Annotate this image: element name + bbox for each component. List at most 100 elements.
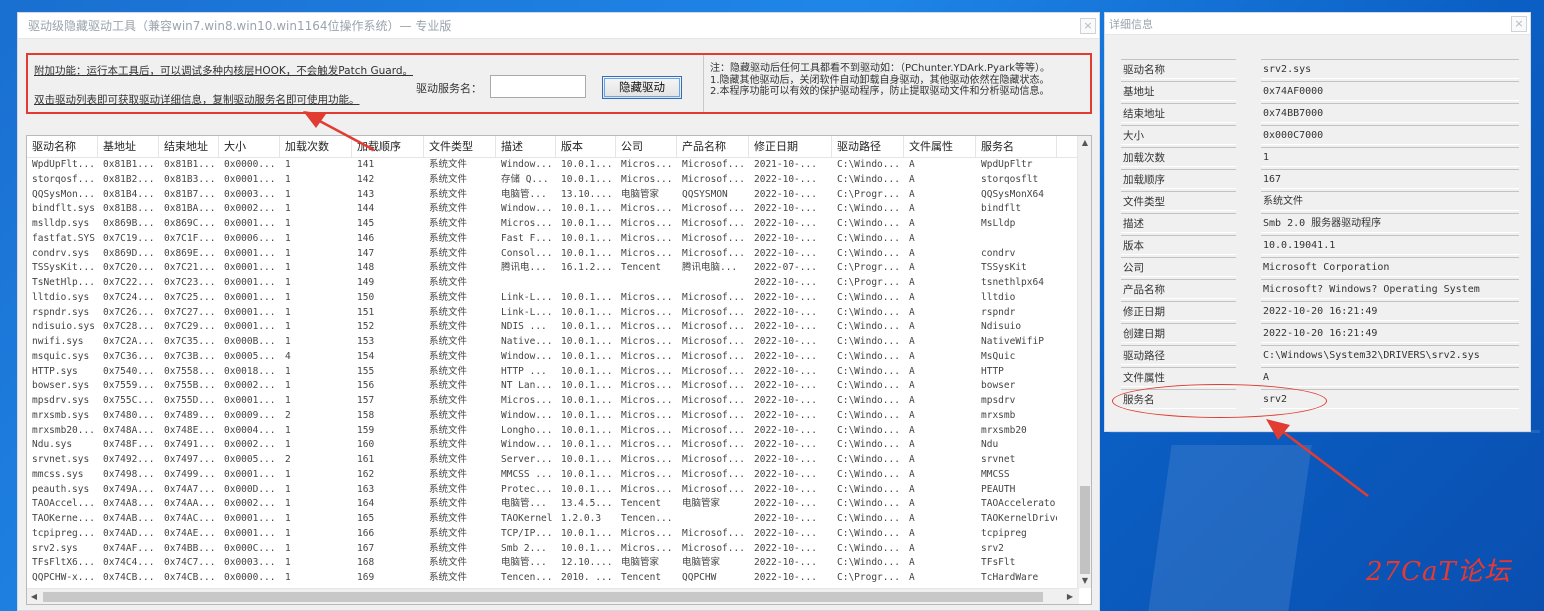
table-row[interactable]: peauth.sys 0x749A... 0x74A7... 0x000D... 1 16… xyxy=(27,483,1079,498)
scroll-left-icon[interactable]: ◀ xyxy=(27,590,41,604)
column-header[interactable]: 文件属性 xyxy=(904,136,976,158)
service-name-input[interactable] xyxy=(490,75,586,98)
table-row[interactable]: tcpipreg... 0x74AD... 0x74AE... 0x0001... 1 1… xyxy=(27,527,1079,542)
column-header[interactable]: 基地址 xyxy=(98,136,159,158)
detail-value[interactable]: A xyxy=(1261,367,1519,387)
table-row[interactable]: mrxsmb.sys 0x7480... 0x7489... 0x0009... 2 15… xyxy=(27,409,1079,424)
table-cell: NDIS ... xyxy=(501,321,547,333)
column-header[interactable]: 驱动路径 xyxy=(832,136,904,158)
table-row[interactable]: QQSysMon... 0x81B4... 0x81B7... 0x0003... 1 1… xyxy=(27,188,1079,203)
column-header[interactable]: 版本 xyxy=(556,136,616,158)
table-row[interactable]: QQPCHW-x... 0x74CB... 0x74CB... 0x0000... 1 1… xyxy=(27,571,1079,586)
annotation-ellipse xyxy=(1112,384,1327,418)
vertical-scroll-thumb[interactable] xyxy=(1080,486,1090,574)
table-row[interactable]: TsNetHlp... 0x7C22... 0x7C23... 0x0001... 1 1… xyxy=(27,276,1079,291)
table-cell: 1 xyxy=(285,395,291,406)
horizontal-scroll-thumb[interactable] xyxy=(43,592,1043,602)
table-cell: Protec... xyxy=(501,483,553,495)
table-row[interactable]: fastfat.SYS 0x7C19... 0x7C1F... 0x0006... 1 1… xyxy=(27,232,1079,247)
table-row[interactable]: srvnet.sys 0x7492... 0x7497... 0x0005... 2 16… xyxy=(27,453,1079,468)
column-header[interactable]: 大小 xyxy=(219,136,280,158)
table-cell: 0x7C25... xyxy=(164,291,216,303)
table-cell: msquic.sys xyxy=(32,350,90,362)
table-cell: 156 xyxy=(357,380,375,392)
table-row[interactable]: mpsdrv.sys 0x755C... 0x755D... 0x0001... 1 15… xyxy=(27,394,1079,409)
column-header[interactable]: 加载次数 xyxy=(280,136,352,158)
detail-value[interactable]: C:\Windows\System32\DRIVERS\srv2.sys xyxy=(1261,345,1519,365)
table-row[interactable]: nwifi.sys 0x7C2A... 0x7C35... 0x000B... 1 153… xyxy=(27,335,1079,350)
table-cell: lltdio xyxy=(981,291,1016,303)
table-row[interactable]: TAOKerne... 0x74AB... 0x74AC... 0x0001... 1 1… xyxy=(27,512,1079,527)
table-row[interactable]: ndisuio.sys 0x7C28... 0x7C29... 0x0001... 1 1… xyxy=(27,320,1079,335)
table-row[interactable]: Ndu.sys 0x748F... 0x7491... 0x0002... 1 160 系统… xyxy=(27,438,1079,453)
table-cell: 系统文件 xyxy=(429,498,468,510)
table-cell: WpdUpFlt... xyxy=(32,159,95,170)
table-row[interactable]: srv2.sys 0x74AF... 0x74BB... 0x000C... 1 167 系… xyxy=(27,542,1079,557)
extra-feature-link[interactable]: 附加功能：运行本工具后，可以调试多种内核层HOOK，不会触发Patch Guar… xyxy=(34,63,413,78)
detail-value[interactable]: 2022-10-20 16:21:49 xyxy=(1261,323,1519,343)
table-cell: Microsof... xyxy=(682,454,745,465)
table-row[interactable]: bowser.sys 0x7559... 0x755B... 0x0002... 1 15… xyxy=(27,379,1079,394)
detail-value[interactable]: 1 xyxy=(1261,147,1519,167)
scroll-right-icon[interactable]: ▶ xyxy=(1063,590,1077,604)
table-row[interactable]: storqosf... 0x81B2... 0x81B3... 0x0001... 1 1… xyxy=(27,173,1079,188)
table-cell: 2022-10-... xyxy=(754,439,817,451)
column-header[interactable]: 加载顺序 xyxy=(352,136,424,158)
detail-label: 描述 xyxy=(1121,213,1236,233)
scroll-down-icon[interactable]: ▼ xyxy=(1078,574,1091,588)
table-cell: C:\Windo... xyxy=(837,203,900,215)
detail-label: 结束地址 xyxy=(1121,103,1236,123)
table-cell: 0x0003... xyxy=(224,188,276,200)
column-header[interactable]: 公司 xyxy=(616,136,677,158)
detail-value[interactable]: 系统文件 xyxy=(1261,191,1519,211)
vertical-scrollbar[interactable]: ▲ ▼ xyxy=(1077,136,1091,588)
table-cell: 143 xyxy=(357,188,375,200)
column-header[interactable]: 描述 xyxy=(496,136,556,158)
table-cell: C:\Windo... xyxy=(837,483,900,495)
detail-value[interactable]: 167 xyxy=(1261,169,1519,189)
table-cell: 10.0.1... xyxy=(561,291,613,303)
detail-value[interactable]: 0x000C7000 xyxy=(1261,125,1519,145)
table-cell: C:\Progr... xyxy=(837,262,900,274)
close-icon[interactable]: × xyxy=(1511,15,1527,32)
column-header[interactable]: 结束地址 xyxy=(159,136,219,158)
table-row[interactable]: mmcss.sys 0x7498... 0x7499... 0x0001... 1 162… xyxy=(27,468,1079,483)
table-cell: 2022-10-... xyxy=(754,336,817,347)
table-row[interactable]: TFsFltX6... 0x74C4... 0x74C7... 0x0003... 1 1… xyxy=(27,556,1079,571)
hide-driver-button[interactable]: 隐藏驱动 xyxy=(602,76,682,99)
table-row[interactable]: bindflt.sys 0x81B8... 0x81BA... 0x0002... 1 1… xyxy=(27,202,1079,217)
detail-value[interactable]: 0x74BB7000 xyxy=(1261,103,1519,123)
column-header[interactable]: 文件类型 xyxy=(424,136,496,158)
table-row[interactable]: TAOAccel... 0x74A8... 0x74AA... 0x0002... 1 1… xyxy=(27,497,1079,512)
detail-value[interactable]: Smb 2.0 服务器驱动程序 xyxy=(1261,213,1519,233)
close-icon[interactable]: × xyxy=(1080,17,1096,34)
table-row[interactable]: lltdio.sys 0x7C24... 0x7C25... 0x0001... 1 15… xyxy=(27,291,1079,306)
table-row[interactable]: msquic.sys 0x7C36... 0x7C3B... 0x0005... 4 15… xyxy=(27,350,1079,365)
detail-value[interactable]: srv2.sys xyxy=(1261,59,1519,79)
table-cell: 1 xyxy=(285,262,291,274)
column-header[interactable]: 修正日期 xyxy=(749,136,832,158)
table-row[interactable]: mrxsmb20... 0x748A... 0x748E... 0x0004... 1 1… xyxy=(27,424,1079,439)
table-cell: 0x81B4... xyxy=(103,188,155,200)
detail-value[interactable]: 0x74AF0000 xyxy=(1261,81,1519,101)
driver-list[interactable]: 驱动名称 基地址 结束地址 大小 加载次数 加载顺序 文件类型 描述 版本 公司 产品名称 修正日期驱… xyxy=(26,135,1092,605)
table-row[interactable]: mslldp.sys 0x869B... 0x869C... 0x0001... 1 14… xyxy=(27,217,1079,232)
table-cell: 系统文件 xyxy=(429,380,468,392)
double-click-hint-link[interactable]: 双击驱动列表即可获取驱动详细信息，复制驱动服务名即可使用功能。 xyxy=(34,92,360,107)
table-row[interactable]: HTTP.sys 0x7540... 0x7558... 0x0018... 1 155 系… xyxy=(27,365,1079,380)
scroll-up-icon[interactable]: ▲ xyxy=(1078,136,1091,150)
column-header[interactable]: 产品名称 xyxy=(677,136,749,158)
column-header[interactable]: 驱动名称 xyxy=(27,136,98,158)
table-cell: 2022-10-... xyxy=(754,527,817,539)
detail-value[interactable]: 10.0.19041.1 xyxy=(1261,235,1519,255)
detail-value[interactable]: Microsoft Corporation xyxy=(1261,257,1519,277)
table-row[interactable]: rspndr.sys 0x7C26... 0x7C27... 0x0001... 1 15… xyxy=(27,306,1079,321)
table-row[interactable]: WpdUpFlt... 0x81B1... 0x81B1... 0x0000... 1 1… xyxy=(27,158,1079,173)
column-header[interactable]: 服务名 xyxy=(976,136,1057,158)
table-row[interactable]: TSSysKit... 0x7C20... 0x7C21... 0x0001... 1 1… xyxy=(27,261,1079,276)
horizontal-scrollbar[interactable]: ◀ ▶ xyxy=(27,588,1079,604)
table-cell: peauth.sys xyxy=(32,483,90,495)
table-row[interactable]: condrv.sys 0x869D... 0x869E... 0x0001... 1 14… xyxy=(27,247,1079,262)
detail-value[interactable]: 2022-10-20 16:21:49 xyxy=(1261,301,1519,321)
detail-value[interactable]: Microsoft? Windows? Operating System xyxy=(1261,279,1519,299)
